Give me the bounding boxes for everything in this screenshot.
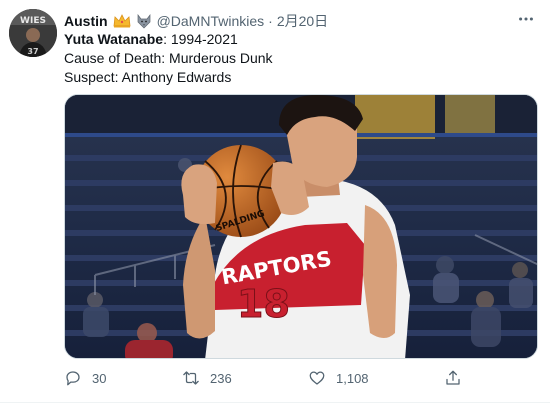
like-count: 1,108 (336, 370, 369, 386)
retweet-count: 236 (210, 370, 232, 386)
author-handle[interactable]: @DaMNTwinkies (157, 13, 265, 29)
tweet-text-rest: Cause of Death: Murderous Dunk (64, 50, 273, 66)
avatar-image: WIES 37 (9, 9, 57, 57)
share-button[interactable] (444, 367, 472, 389)
tweet-text-rest: Suspect: Anthony Edwards (64, 69, 232, 85)
tweet-text-rest: : 1994-2021 (163, 31, 238, 47)
retweet-icon (183, 371, 199, 385)
reply-count: 30 (92, 370, 107, 386)
tweet-media-photo[interactable]: RAPTORS 18 SPALDING (64, 94, 538, 359)
more-options-button[interactable] (516, 9, 536, 29)
author-display-name[interactable]: Austin (64, 13, 108, 29)
svg-text:37: 37 (27, 47, 38, 56)
reply-icon (66, 371, 80, 386)
tweet-text-line-1: Yuta Watanabe: 1994-2021 (64, 30, 530, 49)
svg-text:WIES: WIES (20, 16, 46, 26)
basketball-player-photo: RAPTORS 18 SPALDING (65, 95, 537, 358)
jersey-number: 18 (237, 282, 290, 326)
like-button[interactable]: 1,108 (308, 367, 369, 389)
wolf-emoji-icon (136, 13, 152, 29)
tweet-text-bold: Yuta Watanabe (64, 31, 164, 47)
reply-button[interactable]: 30 (64, 367, 106, 389)
tweet-text: Yuta Watanabe: 1994-2021 Cause of Death:… (64, 30, 530, 87)
more-icon (519, 17, 533, 21)
heart-icon (309, 371, 325, 385)
header-separator: · (268, 13, 273, 29)
avatar[interactable]: WIES 37 (9, 9, 57, 57)
tweet-text-line-2: Cause of Death: Murderous Dunk (64, 49, 530, 68)
tweet-text-line-3: Suspect: Anthony Edwards (64, 68, 530, 87)
tweet-card[interactable]: WIES 37 Austin @DaMNTwinkies · 2月20日 Yut… (0, 0, 550, 403)
crown-emoji-icon (113, 14, 131, 28)
tweet-date[interactable]: 2月20日 (277, 11, 328, 31)
tweet-actions: 30 236 1,108 (62, 367, 482, 389)
share-icon (446, 370, 460, 385)
retweet-button[interactable]: 236 (182, 367, 232, 389)
tweet-header: Austin @DaMNTwinkies · 2月20日 (64, 11, 526, 31)
